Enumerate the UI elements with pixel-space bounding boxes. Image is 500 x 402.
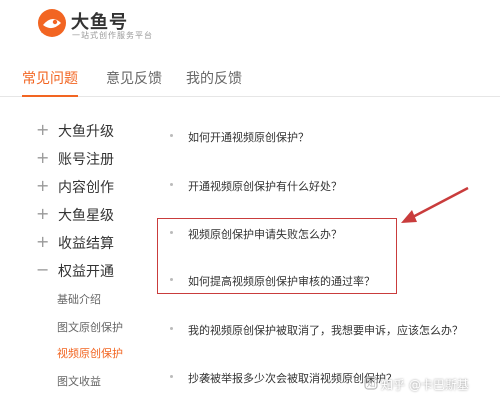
bullet-dot-icon: [170, 183, 173, 186]
expand-plus-icon: +: [36, 120, 50, 139]
tab-bar: 常见问题 意见反馈 我的反馈: [0, 64, 500, 97]
tab-feedback[interactable]: 意见反馈: [106, 68, 162, 95]
sidebar-item-label: 收益结算: [58, 236, 114, 252]
sidebar: + 大鱼升级 + 账号注册 + 内容创作 + 大鱼星级 + 收益结算 − 权益开…: [0, 110, 150, 402]
expand-plus-icon: +: [36, 204, 50, 223]
brand-tagline: 一站式创作服务平台: [72, 31, 153, 40]
sidebar-item-label: 大鱼升级: [58, 124, 114, 140]
faq-question[interactable]: 我的视频原创保护被取消了，我想要申诉，应该怎么办？: [188, 322, 463, 338]
fish-logo-icon[interactable]: [36, 6, 68, 40]
site-header: 大鱼号 一站式创作服务平台: [0, 0, 500, 54]
subitem-article-protection[interactable]: 图文原创保护: [57, 319, 123, 335]
bullet-dot-icon: [170, 375, 173, 378]
zhihu-watermark-icon: 知: [364, 376, 378, 390]
faq-question[interactable]: 开通视频原创保护有什么好处？: [188, 178, 342, 194]
tab-my-feedback[interactable]: 我的反馈: [186, 68, 242, 95]
sidebar-item-label: 大鱼星级: [58, 208, 114, 224]
svg-text:知: 知: [366, 378, 375, 390]
sidebar-item-label: 账号注册: [58, 152, 114, 168]
watermark-text: 知乎 @卡巴斯基: [381, 378, 469, 392]
sidebar-item-label: 内容创作: [58, 180, 114, 196]
expand-plus-icon: +: [36, 232, 50, 251]
bullet-dot-icon: [170, 134, 173, 137]
sidebar-item-label: 权益开通: [58, 264, 114, 280]
bullet-dot-icon: [170, 327, 173, 330]
collapse-minus-icon: −: [36, 260, 50, 279]
subitem-video-protection[interactable]: 视频原创保护: [57, 345, 123, 361]
expand-plus-icon: +: [36, 176, 50, 195]
tab-faq[interactable]: 常见问题: [22, 68, 78, 97]
subitem-basic-intro[interactable]: 基础介绍: [57, 291, 101, 307]
faq-question[interactable]: 如何开通视频原创保护？: [188, 129, 309, 145]
expand-plus-icon: +: [36, 148, 50, 167]
highlight-box: [157, 218, 397, 294]
subitem-article-revenue[interactable]: 图文收益: [57, 373, 101, 389]
